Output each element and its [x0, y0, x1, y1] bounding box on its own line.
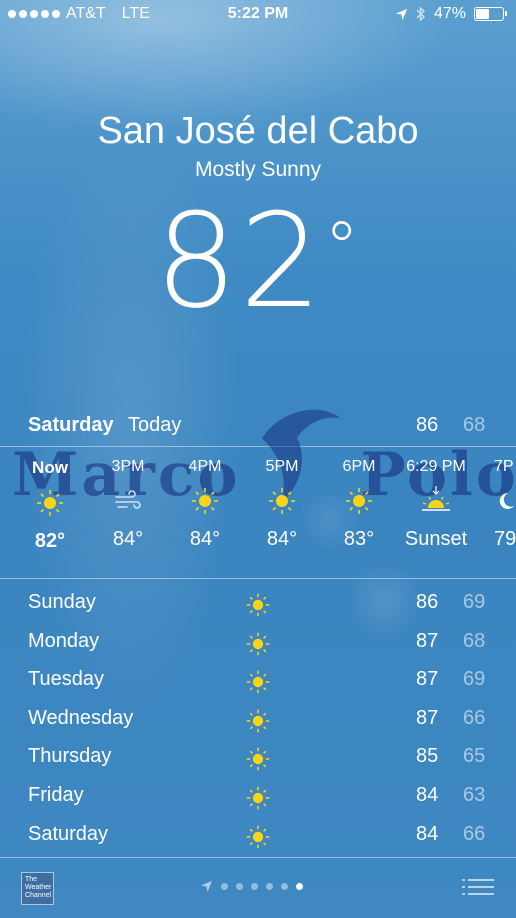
- hour-temp: 84°: [112, 528, 144, 550]
- forecast-day: Sunday: [28, 591, 96, 613]
- hourly-item: 3PM 84°: [88, 448, 168, 551]
- bottom-bar: The Weather Channel: [0, 866, 516, 918]
- hourly-forecast[interactable]: Now 82° 3PM 84° 4PM 84° 5PM 84° 6PM 83° …: [0, 448, 516, 578]
- current-condition: Mostly Sunny: [194, 158, 322, 181]
- list-icon[interactable]: [462, 878, 494, 900]
- battery-icon: [474, 7, 507, 21]
- today-low: 68: [463, 414, 486, 436]
- today-day: Saturday: [28, 414, 114, 436]
- page-dot: [221, 883, 228, 890]
- hourly-item: 5PM 84°: [242, 448, 322, 551]
- divider: [0, 578, 516, 579]
- sun-icon: [346, 488, 372, 514]
- sun-icon: [246, 748, 270, 771]
- status-bar: AT&T LTE 5:22 PM 47%: [0, 0, 516, 30]
- today-high: 86: [416, 414, 439, 436]
- forecast-day: Monday: [28, 629, 100, 652]
- forecast-low: 65: [463, 745, 486, 768]
- forecast-day: Friday: [28, 783, 84, 806]
- forecast-high: 87: [416, 629, 439, 652]
- forecast-high: 85: [416, 745, 439, 768]
- location-arrow-icon: [395, 8, 408, 20]
- sun-icon: [246, 709, 270, 733]
- forecast-low: 69: [463, 668, 486, 691]
- divider: [0, 857, 516, 858]
- hourly-item: 7P 79: [484, 448, 516, 551]
- forecast-row: Thursday 85 65: [0, 742, 516, 781]
- forecast-row: Saturday 84 66: [0, 820, 516, 859]
- battery-percent: 47%: [433, 5, 466, 22]
- daily-forecast[interactable]: Sunday 86 69 Monday 87 68 Tuesday 87 69 …: [0, 588, 516, 858]
- forecast-day: Wednesday: [28, 706, 134, 729]
- weather-channel-logo[interactable]: The Weather Channel: [21, 872, 54, 905]
- hour-label: 3PM: [111, 458, 145, 475]
- page-dot: [281, 883, 288, 890]
- sun-icon: [246, 786, 270, 810]
- today-label: Today: [128, 414, 182, 436]
- current-temperature: 82°: [0, 185, 516, 337]
- forecast-high: 86: [416, 591, 439, 613]
- hour-temp: 82°: [34, 530, 66, 552]
- forecast-row: Wednesday 87 66: [0, 704, 516, 743]
- hour-temp: 83°: [343, 528, 375, 550]
- degree-symbol: °: [324, 207, 362, 289]
- location-arrow-icon: [200, 880, 213, 893]
- hour-temp: 84°: [189, 528, 221, 550]
- wind-icon: [115, 490, 141, 509]
- moon-icon: [499, 492, 514, 509]
- sun-icon: [37, 490, 63, 516]
- forecast-high: 84: [416, 783, 439, 806]
- hour-temp: 79: [494, 528, 516, 550]
- forecast-day: Saturday: [28, 822, 109, 845]
- hour-label: 5PM: [265, 458, 299, 475]
- sun-icon: [269, 488, 295, 514]
- sun-icon: [246, 593, 270, 617]
- hourly-item: 4PM 84°: [165, 448, 245, 551]
- hour-label: 6PM: [342, 458, 376, 475]
- forecast-high: 87: [416, 668, 439, 691]
- page-dot-active: [296, 883, 303, 890]
- forecast-row: Friday 84 63: [0, 781, 516, 820]
- forecast-low: 68: [463, 629, 486, 652]
- forecast-high: 87: [416, 706, 439, 729]
- forecast-row: Monday 87 68: [0, 627, 516, 666]
- forecast-high: 84: [416, 822, 439, 845]
- sun-icon: [246, 670, 270, 694]
- forecast-low: 63: [463, 783, 486, 806]
- forecast-day: Tuesday: [28, 668, 104, 691]
- page-dot: [266, 883, 273, 890]
- hour-label: 6:29 PM: [406, 458, 466, 475]
- sunset-icon: [422, 486, 450, 511]
- forecast-day: Thursday: [28, 745, 112, 768]
- forecast-low: 69: [463, 591, 486, 613]
- hour-label: 7P: [494, 458, 514, 475]
- hour-label: 4PM: [188, 458, 222, 475]
- page-dot: [236, 883, 243, 890]
- forecast-row: Tuesday 87 69: [0, 665, 516, 704]
- forecast-row: Sunday 86 69: [0, 588, 516, 627]
- bluetooth-icon: [416, 6, 425, 22]
- forecast-low: 66: [463, 822, 486, 845]
- sun-icon: [246, 632, 270, 655]
- sun-icon: [246, 825, 270, 848]
- hourly-item: 6:29 PM Sunset: [396, 448, 476, 551]
- sun-icon: [192, 488, 218, 514]
- hour-temp: 84°: [266, 528, 298, 550]
- forecast-low: 66: [463, 706, 486, 729]
- hourly-item: 6PM 83°: [319, 448, 399, 551]
- page-dot: [251, 883, 258, 890]
- temp-value: 82: [154, 185, 325, 337]
- city-name: San José del Cabo: [97, 110, 419, 152]
- hourly-item: Now 82°: [10, 448, 90, 553]
- hour-temp: Sunset: [404, 528, 468, 550]
- hour-label: Now: [32, 458, 68, 477]
- page-indicator[interactable]: [200, 880, 303, 893]
